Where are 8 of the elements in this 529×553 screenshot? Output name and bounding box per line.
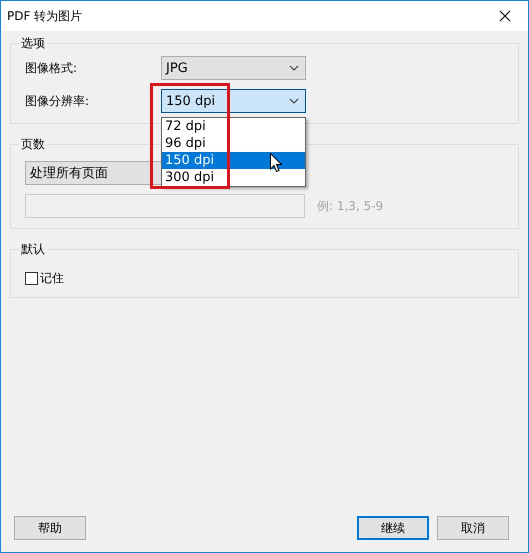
field-label: 图像格式: <box>25 60 78 76</box>
hint-text: 例: 1,3, 5-9 <box>317 198 384 214</box>
group-title: 页数 <box>20 136 46 153</box>
field-label: 图像分辨率: <box>25 92 90 110</box>
checkbox-label: 记住 <box>40 270 64 287</box>
window-title: PDF 转为图片 <box>7 8 82 24</box>
group-title: 选项 <box>20 35 46 52</box>
group-title: 默认 <box>20 241 46 258</box>
